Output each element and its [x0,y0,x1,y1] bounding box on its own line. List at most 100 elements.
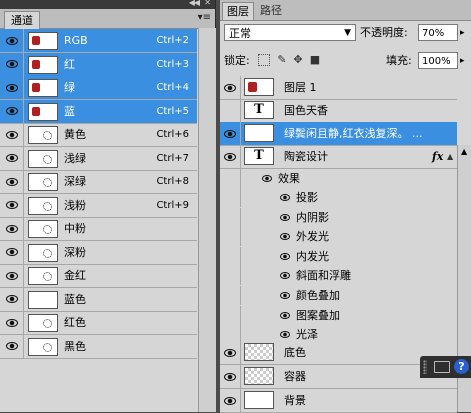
layer-row[interactable]: 图层 1 [220,76,457,100]
eye-icon[interactable] [220,145,241,168]
channel-row[interactable]: 红 Ctrl+3 [0,52,197,77]
fx-icon[interactable]: fx [432,145,443,168]
eye-icon[interactable] [0,52,24,76]
opacity-input[interactable]: 70% [418,24,458,41]
floating-toolbar: ? [420,356,471,378]
channel-thumbnail [28,126,58,144]
channel-row[interactable]: 深粉 [0,240,197,265]
effect-name: 图案叠加 [296,308,340,322]
lock-move-icon[interactable]: ✥ [292,54,304,66]
layer-thumbnail: T [244,124,274,142]
channel-thumbnail [28,55,58,74]
fill-input[interactable]: 100% [418,52,458,69]
fill-slider-arrow-icon[interactable]: ▸ [460,52,465,70]
lock-all-icon[interactable]: ■ [309,54,321,66]
lock-brush-icon[interactable]: ✎ [276,54,288,66]
eye-icon[interactable] [280,227,290,246]
effect-row[interactable]: 内阴影 [220,207,457,227]
eye-icon[interactable] [0,287,24,311]
layer-row[interactable]: T 国色天香 [220,99,457,123]
eye-icon[interactable] [220,389,241,412]
channel-row[interactable]: 金红 [0,264,197,288]
eye-icon[interactable] [220,76,241,99]
lock-label: 锁定: [224,54,250,67]
keyboard-icon[interactable] [434,361,450,373]
eye-icon[interactable] [220,365,241,388]
blend-mode-select[interactable]: 正常 ▼ [224,24,356,41]
eye-icon[interactable] [280,188,290,207]
effects-header[interactable]: 效果 [220,169,457,188]
channel-thumbnail [28,173,58,191]
collapse-arrows-icon[interactable]: ◀◀ [189,0,200,7]
eye-icon[interactable] [0,170,24,193]
eye-icon[interactable] [280,266,290,285]
opacity-label: 不透明度: [360,26,408,39]
channel-row[interactable]: 蓝 Ctrl+5 [0,99,197,124]
close-icon[interactable]: ✕ [204,0,211,7]
help-icon[interactable]: ? [454,359,469,374]
eye-icon[interactable] [280,208,290,227]
channel-row[interactable]: 中粉 [0,217,197,241]
tab-layers[interactable]: 图层 [222,2,254,20]
eye-icon[interactable] [280,247,290,266]
effect-name: 投影 [296,191,318,204]
eye-icon[interactable] [0,217,24,240]
layer-thumbnail [244,367,274,385]
opacity-slider-arrow-icon[interactable]: ▸ [460,24,465,42]
layer-row[interactable]: T 绿鬓闲且静,红衣浅复深。 ... [220,122,457,146]
channel-row[interactable]: 绿 Ctrl+4 [0,76,197,100]
eye-icon[interactable] [280,306,290,325]
channels-scrollbar[interactable] [198,28,216,412]
layer-row[interactable]: 背景 [220,389,457,413]
eye-icon[interactable] [0,334,24,358]
eye-icon[interactable] [220,341,241,364]
eye-icon[interactable] [280,286,290,305]
effect-row[interactable]: 图案叠加 [220,305,457,325]
channel-row[interactable]: 红色 [0,311,197,335]
channel-name: 绿 [64,81,75,94]
channel-row[interactable]: 蓝色 [0,287,197,312]
layer-row[interactable]: T 陶瓷设计 fx ▲ [220,145,457,169]
eye-icon[interactable] [0,76,24,99]
layer-name: 图层 1 [284,81,317,94]
effect-row[interactable]: 颜色叠加 [220,286,457,305]
eye-icon[interactable] [262,169,272,188]
layers-panel: 图层 路径 正常 ▼ 不透明度: 70% ▸ 锁定: ✎ ✥ ■ 填充: 100… [220,0,471,413]
eye-slot [220,207,241,227]
channels-panel: ◀◀ ✕ 通道 ▾≡ RGB Ctrl+2 红 Ctrl+3 绿 Ctrl+4 蓝 Ctrl+… [0,0,216,412]
drag-grip-icon[interactable] [423,360,427,374]
channel-name: 蓝色 [64,292,86,306]
channel-row[interactable]: 深绿 Ctrl+8 [0,170,197,194]
eye-icon[interactable] [0,29,24,52]
lock-transparent-icon[interactable] [258,54,270,66]
eye-icon[interactable] [0,240,24,264]
collapse-arrow-icon[interactable]: ▲ [447,145,453,168]
eye-icon[interactable] [0,311,24,334]
tab-paths[interactable]: 路径 [256,2,286,19]
eye-icon[interactable] [220,99,241,122]
layer-thumbnail [244,343,274,361]
effect-row[interactable]: 内发光 [220,246,457,266]
eye-icon[interactable] [0,146,24,170]
effect-row[interactable]: 投影 [220,188,457,207]
eye-icon[interactable] [220,122,241,145]
channel-row[interactable]: 黑色 [0,334,197,359]
effect-row[interactable]: 外发光 [220,227,457,247]
panel-menu-icon[interactable]: ▾≡ [198,12,211,23]
tab-channels[interactable]: 通道 [4,11,40,29]
eye-icon[interactable] [0,123,24,146]
layer-thumbnail [244,391,274,409]
effect-row[interactable]: 斜面和浮雕 [220,266,457,286]
channel-name: 红 [64,57,75,71]
eye-icon[interactable] [0,193,24,217]
channel-name: 蓝 [64,104,75,118]
channel-row[interactable]: 黄色 Ctrl+6 [0,123,197,147]
eye-icon[interactable] [0,264,24,287]
blend-mode-value: 正常 [229,27,251,40]
eye-icon[interactable] [0,99,24,123]
scroll-up-icon[interactable]: ▲ [461,147,467,156]
channel-row[interactable]: 浅粉 Ctrl+9 [0,193,197,218]
channel-row[interactable]: 浅绿 Ctrl+7 [0,146,197,171]
effect-name: 斜面和浮雕 [296,269,351,283]
channel-row[interactable]: RGB Ctrl+2 [0,29,197,53]
